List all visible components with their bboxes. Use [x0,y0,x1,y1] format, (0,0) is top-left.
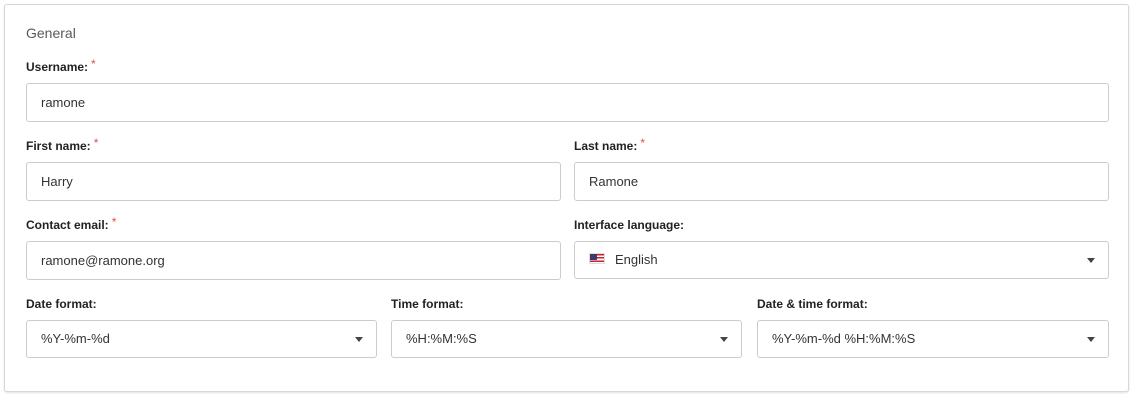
date-format-value: %Y-%m-%d [41,331,110,346]
contact-email-field: Contact email: * ramone@ramone.org [26,215,561,280]
time-format-value: %H:%M:%S [406,331,477,346]
datetime-format-select[interactable]: %Y-%m-%d %H:%M:%S [757,320,1109,358]
time-format-select[interactable]: %H:%M:%S [391,320,742,358]
chevron-down-icon [720,337,728,342]
first-name-label: First name: * [26,136,561,157]
date-format-label: Date format: [26,297,97,311]
first-name-input[interactable]: Harry [26,162,561,201]
contact-email-label-text: Contact email: [26,218,109,232]
last-name-field: Last name: * Ramone [574,136,1109,201]
datetime-format-field: Date & time format: %Y-%m-%d %H:%M:%S [757,297,1109,359]
chevron-down-icon [355,337,363,342]
contact-email-label: Contact email: * [26,215,561,236]
datetime-format-label: Date & time format: [757,297,868,311]
interface-language-field: Interface language: English [574,218,1109,280]
required-marker: * [91,57,96,71]
last-name-label: Last name: * [574,136,1109,157]
username-field: Username: * ramone [26,57,1109,122]
username-label: Username: * [26,57,1109,78]
interface-language-value: English [615,252,658,267]
required-marker: * [93,136,99,150]
us-flag-icon [589,253,605,265]
datetime-format-value: %Y-%m-%d %H:%M:%S [772,331,916,346]
time-format-label: Time format: [391,297,464,311]
first-name-field: First name: * Harry [26,136,561,201]
last-name-label-text: Last name: [574,139,638,153]
username-label-text: Username: [26,60,89,74]
date-format-field: Date format: %Y-%m-%d [26,297,377,359]
chevron-down-icon [1087,258,1095,263]
contact-email-input[interactable]: ramone@ramone.org [26,241,561,280]
last-name-input[interactable]: Ramone [574,162,1109,201]
required-marker: * [111,215,117,229]
first-name-label-text: First name: [26,139,91,153]
username-input[interactable]: ramone [26,83,1109,122]
general-settings-panel: General Username: * ramone First name: * H… [4,4,1129,392]
required-marker: * [640,136,646,150]
interface-language-label: Interface language: [574,218,685,232]
interface-language-select[interactable]: English [574,241,1109,279]
section-title: General [26,25,76,41]
date-format-select[interactable]: %Y-%m-%d [26,320,377,358]
chevron-down-icon [1087,337,1095,342]
time-format-field: Time format: %H:%M:%S [391,297,742,359]
